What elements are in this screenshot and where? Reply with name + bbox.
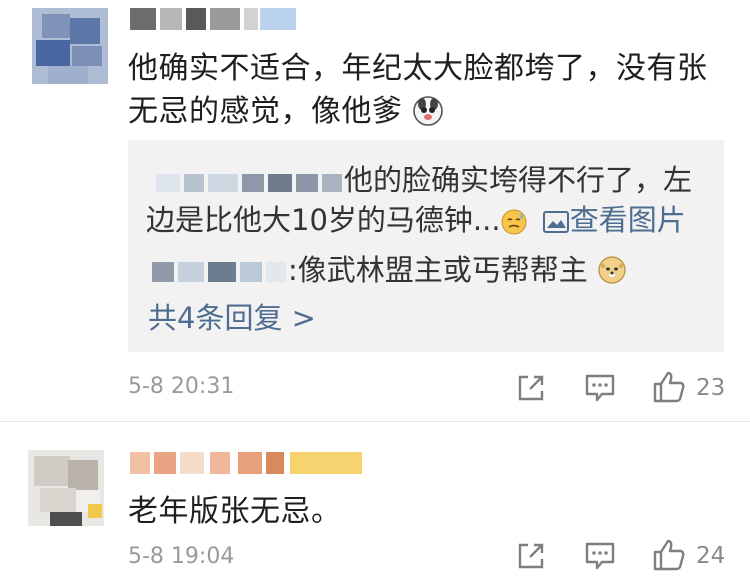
sweat-emoji <box>501 205 527 245</box>
reply-username-blurred[interactable] <box>156 174 344 192</box>
more-replies-link[interactable]: 共4条回复 > <box>148 298 316 338</box>
reply-text: 边是比他大10岁的马德钟... 查看图片 <box>146 200 686 245</box>
comment-text: 他确实不适合，年纪太大脸都垮了，没有张 无忌的感觉，像他爹 <box>128 47 708 138</box>
share-icon[interactable] <box>516 373 546 407</box>
image-icon <box>542 205 570 245</box>
like-icon[interactable] <box>652 370 686 408</box>
like-count: 24 <box>696 543 726 569</box>
comment-time: 5-8 20:31 <box>128 374 235 399</box>
dog-emoji <box>412 95 443 138</box>
avatar[interactable] <box>28 450 104 526</box>
reply-text: 他的脸确实垮得不行了，左 <box>344 163 693 197</box>
avatar[interactable] <box>32 8 108 84</box>
comment-icon[interactable] <box>584 373 616 407</box>
username-blurred[interactable] <box>130 8 300 30</box>
reply-username-blurred[interactable] <box>152 262 288 282</box>
dog-emoji <box>597 255 627 295</box>
view-image-link[interactable]: 查看图片 <box>533 203 686 237</box>
like-icon[interactable] <box>652 538 686 576</box>
username-blurred[interactable] <box>130 452 362 474</box>
comment-text: 老年版张无忌。 <box>128 494 342 529</box>
reply-text: :像武林盟主或丐帮帮主 <box>288 250 627 295</box>
share-icon[interactable] <box>516 541 546 575</box>
comment-time: 5-8 19:04 <box>128 544 235 569</box>
reply-box[interactable]: 他的脸确实垮得不行了，左 边是比他大10岁的马德钟... 查看图片:像武林盟主… <box>128 140 724 352</box>
like-count: 23 <box>696 375 726 401</box>
comment-icon[interactable] <box>584 541 616 575</box>
divider <box>0 421 750 422</box>
